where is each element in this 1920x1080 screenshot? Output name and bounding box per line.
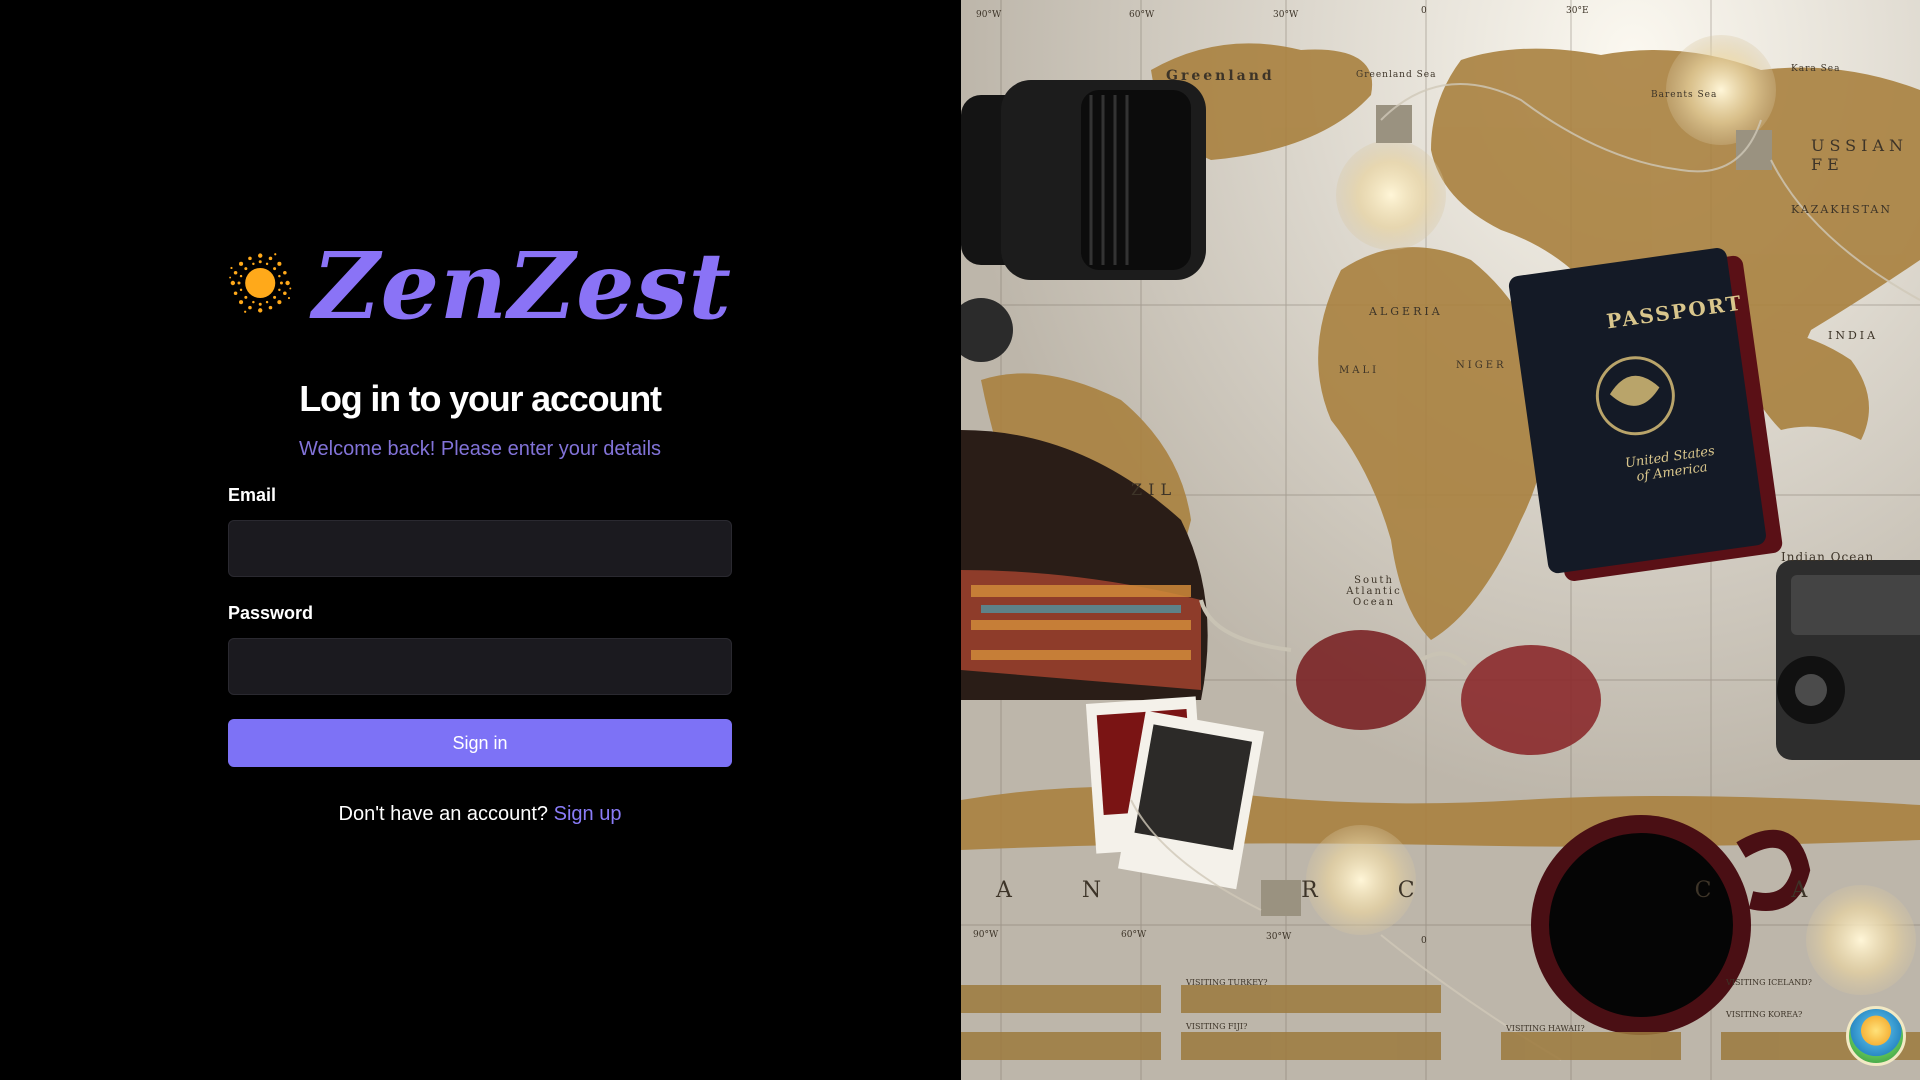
map-label-mali: MALI [1339, 365, 1380, 376]
visiting-hawaii: VISITING HAWAII? [1506, 1024, 1585, 1033]
email-field[interactable] [228, 520, 732, 577]
bottom-longitude-30w: 30°W [1266, 932, 1292, 942]
longitude-30e: 30°E [1566, 6, 1589, 16]
antarctica-letter: C [1694, 878, 1712, 903]
page-subtitle: Welcome back! Please enter your details [298, 438, 662, 460]
signup-row: Don't have an account? Sign up [228, 803, 732, 826]
map-label-greenland-sea: Greenland Sea [1356, 70, 1437, 80]
longitude-0: 0 [1421, 6, 1427, 16]
longitude-60w: 60°W [1129, 10, 1155, 20]
password-label: Password [228, 603, 314, 623]
login-page: ZenZest Log in to your account Welcome b… [0, 0, 1920, 1080]
antarctica-letter: N [1081, 878, 1102, 903]
map-label-indian-ocean: Indian Ocean [1781, 550, 1875, 564]
map-label-russian-fed: USSIAN FE [1811, 136, 1908, 174]
map-label-niger: NIGER [1456, 360, 1507, 371]
brand-name: ZenZest [312, 232, 732, 340]
antarctica-letter: R [1301, 878, 1318, 903]
visiting-iceland: VISITING ICELAND? [1726, 978, 1812, 987]
bottom-longitude-0: 0 [1421, 936, 1427, 946]
map-label-south-atlantic: South Atlantic Ocean [1346, 575, 1402, 608]
longitude-90w: 90°W [976, 10, 1002, 20]
sun-icon [229, 253, 292, 313]
hero-image: Greenland Greenland Sea Barents Sea Kara… [961, 0, 1920, 1080]
map-label-brazil: ZIL [1131, 480, 1178, 499]
signup-prompt: Don't have an account? [338, 803, 549, 825]
longitude-30w: 30°W [1273, 10, 1299, 20]
map-label-antarctica: ANRCCA [996, 878, 1807, 903]
bottom-longitude-90w: 90°W [973, 930, 999, 940]
bottom-longitude-60w: 60°W [1121, 930, 1147, 940]
antarctica-letter: C [1397, 878, 1415, 903]
brand-logo: ZenZest [228, 228, 732, 338]
login-panel: ZenZest Log in to your account Welcome b… [0, 0, 961, 1080]
map-label-algeria: ALGERIA [1369, 305, 1443, 318]
island-icon[interactable] [1846, 1006, 1906, 1066]
sign-up-link[interactable]: Sign up [554, 803, 622, 825]
email-label: Email [228, 485, 277, 505]
login-form: ZenZest Log in to your account Welcome b… [228, 228, 732, 826]
antarctica-letter: A [996, 878, 1012, 903]
travel-photo [961, 0, 1920, 1080]
password-field[interactable] [228, 638, 732, 695]
page-title: Log in to your account [299, 378, 662, 419]
visiting-korea: VISITING KOREA? [1726, 1010, 1803, 1019]
map-label-kara-sea: Kara Sea [1791, 64, 1841, 74]
map-label-greenland: Greenland [1166, 68, 1275, 84]
antarctica-letter: A [1791, 878, 1808, 903]
sign-in-button[interactable]: Sign in [228, 719, 732, 767]
visiting-turkey: VISITING TURKEY? [1186, 978, 1268, 987]
map-label-kazakhstan: KAZAKHSTAN [1791, 203, 1892, 216]
visiting-fiji: VISITING FIJI? [1186, 1022, 1248, 1031]
map-label-india: INDIA [1828, 329, 1879, 342]
map-label-barents-sea: Barents Sea [1651, 90, 1718, 100]
